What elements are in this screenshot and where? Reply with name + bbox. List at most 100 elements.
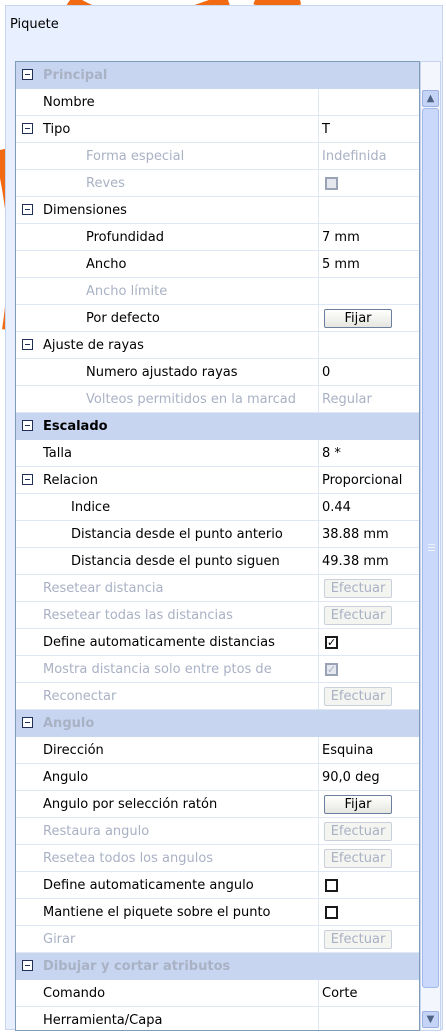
efectuar-button[interactable]: Efectuar xyxy=(324,686,392,706)
property-row[interactable]: Girar Efectuar xyxy=(16,926,419,953)
property-row[interactable]: Indice 0.44 xyxy=(16,494,419,521)
property-value-cell[interactable]: Efectuar xyxy=(319,683,419,710)
property-value-cell[interactable]: T xyxy=(319,116,419,143)
property-row[interactable]: Ajuste de rayas xyxy=(16,332,419,359)
property-row[interactable]: Distancia desde el punto siguen 49.38 mm xyxy=(16,548,419,575)
property-value-cell[interactable]: Fijar xyxy=(319,305,419,332)
collapse-toggle-icon[interactable] xyxy=(22,69,33,80)
checkbox[interactable] xyxy=(325,905,338,919)
property-value-cell[interactable]: 0 xyxy=(319,359,419,386)
property-value-cell[interactable]: Corte xyxy=(319,980,419,1007)
property-row[interactable]: Relacion Proporcional xyxy=(16,467,419,494)
category-row[interactable]: Angulo xyxy=(16,710,419,737)
property-name-cell: Distancia desde el punto siguen xyxy=(16,548,319,575)
property-row[interactable]: Comando Corte xyxy=(16,980,419,1007)
property-value-cell[interactable]: ✓ xyxy=(319,656,419,683)
property-value-cell[interactable]: Indefinida xyxy=(319,143,419,170)
fijar-button[interactable]: Fijar xyxy=(324,794,392,814)
property-name-cell: Resetear distancia xyxy=(16,575,319,602)
vertical-scrollbar[interactable]: ▲ ▼ xyxy=(420,61,441,1031)
property-value-cell[interactable]: ✓ xyxy=(319,629,419,656)
property-row[interactable]: Ancho límite xyxy=(16,278,419,305)
checkbox[interactable]: ✓ xyxy=(325,662,338,676)
property-row[interactable]: Tipo T xyxy=(16,116,419,143)
chevron-up-icon[interactable]: ▲ xyxy=(422,90,439,107)
property-value-cell[interactable]: Efectuar xyxy=(319,926,419,953)
property-row[interactable]: Volteos permitidos en la marcad Regular xyxy=(16,386,419,413)
property-value-cell[interactable]: 90,0 deg xyxy=(319,764,419,791)
collapse-toggle-icon[interactable] xyxy=(22,960,33,971)
property-value-cell[interactable]: Proporcional xyxy=(319,467,419,494)
property-value-cell xyxy=(319,953,419,980)
property-row[interactable]: Talla 8 * xyxy=(16,440,419,467)
property-row[interactable]: Nombre xyxy=(16,89,419,116)
checkbox[interactable] xyxy=(325,176,338,190)
property-row[interactable]: Reconectar Efectuar xyxy=(16,683,419,710)
fijar-button[interactable]: Fijar xyxy=(324,308,392,328)
efectuar-button[interactable]: Efectuar xyxy=(324,929,392,949)
property-row[interactable]: Angulo 90,0 deg xyxy=(16,764,419,791)
collapse-toggle-icon[interactable] xyxy=(22,123,33,134)
property-value-cell[interactable] xyxy=(319,197,419,224)
property-name-cell: Angulo xyxy=(16,710,319,737)
collapse-toggle-icon[interactable] xyxy=(22,474,33,485)
category-row[interactable]: Dibujar y cortar atributos xyxy=(16,953,419,980)
property-row[interactable]: Reves xyxy=(16,170,419,197)
efectuar-button[interactable]: Efectuar xyxy=(324,848,392,868)
chevron-down-icon[interactable]: ▼ xyxy=(422,1011,439,1028)
property-row[interactable]: Resetear distancia Efectuar xyxy=(16,575,419,602)
collapse-toggle-icon[interactable] xyxy=(22,420,33,431)
property-value-cell[interactable] xyxy=(319,170,419,197)
checkbox[interactable] xyxy=(325,878,338,892)
property-value-cell[interactable]: Efectuar xyxy=(319,845,419,872)
property-row[interactable]: Define automaticamente angulo xyxy=(16,872,419,899)
property-row[interactable]: Restaura angulo Efectuar xyxy=(16,818,419,845)
property-row[interactable]: Dimensiones xyxy=(16,197,419,224)
property-row[interactable]: Mostra distancia solo entre ptos de ✓ xyxy=(16,656,419,683)
property-value-cell[interactable] xyxy=(319,278,419,305)
property-row[interactable]: Resetear todas las distancias Efectuar xyxy=(16,602,419,629)
property-row[interactable]: Mantiene el piquete sobre el punto xyxy=(16,899,419,926)
property-row[interactable]: Numero ajustado rayas 0 xyxy=(16,359,419,386)
category-row[interactable]: Principal xyxy=(16,62,419,89)
property-value-cell[interactable]: Regular xyxy=(319,386,419,413)
property-row[interactable]: Distancia desde el punto anterio 38.88 mm xyxy=(16,521,419,548)
property-label: Principal xyxy=(43,67,108,83)
property-row[interactable]: Angulo por selección ratón Fijar xyxy=(16,791,419,818)
efectuar-button[interactable]: Efectuar xyxy=(324,578,392,598)
property-value-cell[interactable]: 0.44 xyxy=(319,494,419,521)
property-value-cell[interactable]: 5 mm xyxy=(319,251,419,278)
category-row[interactable]: Escalado xyxy=(16,413,419,440)
property-value-cell[interactable]: Efectuar xyxy=(319,575,419,602)
property-value-cell[interactable]: Fijar xyxy=(319,791,419,818)
efectuar-button[interactable]: Efectuar xyxy=(324,821,392,841)
property-value-cell[interactable] xyxy=(319,899,419,926)
property-row[interactable]: Profundidad 7 mm xyxy=(16,224,419,251)
property-value-cell[interactable]: Esquina xyxy=(319,737,419,764)
property-row[interactable]: Resetea todos los angulos Efectuar xyxy=(16,845,419,872)
property-value-cell[interactable]: Efectuar xyxy=(319,818,419,845)
property-value-cell[interactable] xyxy=(319,332,419,359)
property-value-cell[interactable]: 38.88 mm xyxy=(319,521,419,548)
property-value-cell[interactable]: Efectuar xyxy=(319,602,419,629)
property-value-cell[interactable]: 7 mm xyxy=(319,224,419,251)
efectuar-button[interactable]: Efectuar xyxy=(324,605,392,625)
property-row[interactable]: Define automaticamente distancias ✓ xyxy=(16,629,419,656)
property-value-cell[interactable] xyxy=(319,1007,419,1030)
property-value-cell[interactable]: 49.38 mm xyxy=(319,548,419,575)
collapse-toggle-icon[interactable] xyxy=(22,339,33,350)
property-row[interactable]: Forma especial Indefinida xyxy=(16,143,419,170)
property-row[interactable]: Ancho 5 mm xyxy=(16,251,419,278)
checkbox[interactable]: ✓ xyxy=(325,635,338,649)
scrollbar-thumb[interactable] xyxy=(422,108,439,988)
collapse-toggle-icon[interactable] xyxy=(22,204,33,215)
property-row[interactable]: Herramienta/Capa xyxy=(16,1007,419,1030)
property-label: Mantiene el piquete sobre el punto xyxy=(43,904,271,920)
property-value-cell[interactable] xyxy=(319,89,419,116)
collapse-toggle-icon[interactable] xyxy=(22,717,33,728)
property-row[interactable]: Por defecto Fijar xyxy=(16,305,419,332)
property-value-cell[interactable] xyxy=(319,872,419,899)
property-value: 8 * xyxy=(322,445,341,461)
property-value-cell[interactable]: 8 * xyxy=(319,440,419,467)
property-row[interactable]: Dirección Esquina xyxy=(16,737,419,764)
